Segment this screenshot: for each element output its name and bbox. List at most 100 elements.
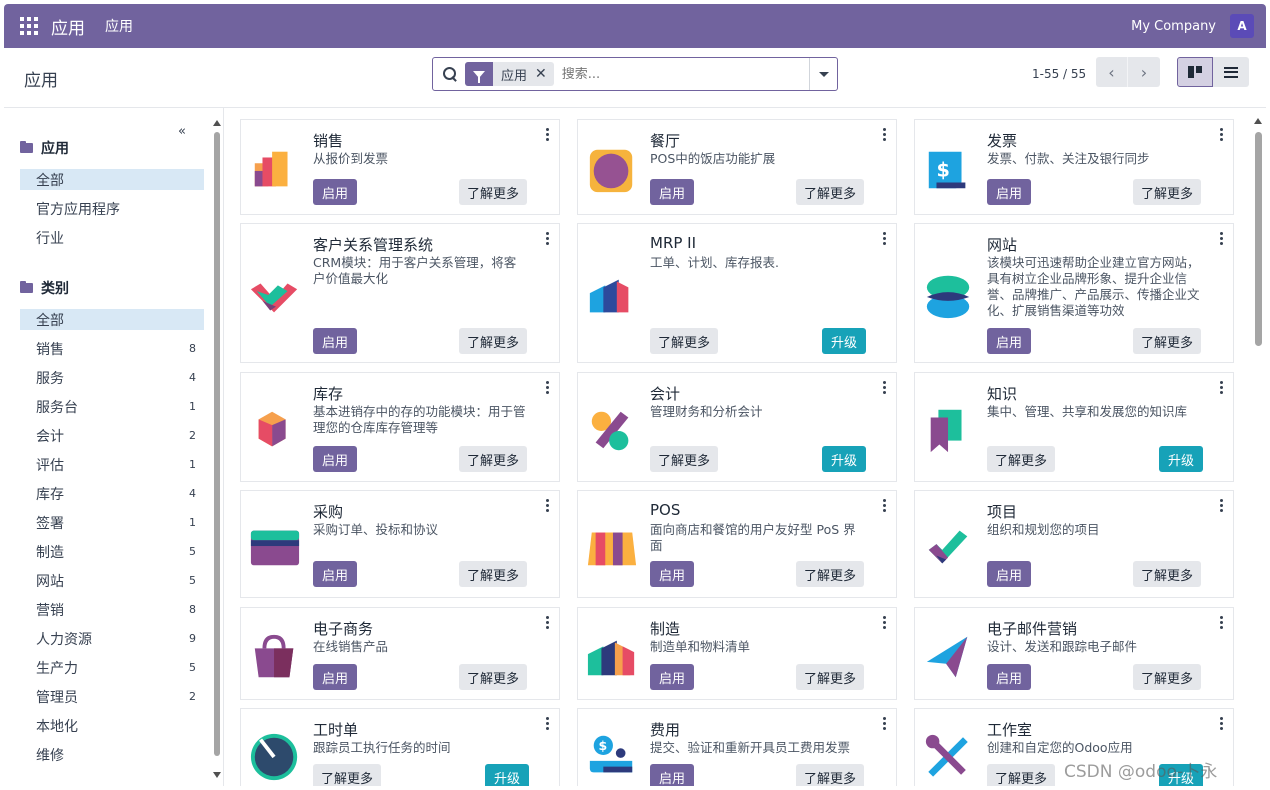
learn-more-button[interactable]: 了解更多	[987, 446, 1055, 472]
category-item[interactable]: 会计 2	[20, 425, 204, 446]
more-options-icon[interactable]	[883, 717, 886, 730]
scroll-thumb[interactable]	[214, 132, 220, 756]
upgrade-button[interactable]: 升级	[822, 446, 866, 472]
install-button[interactable]: 启用	[650, 179, 694, 205]
install-button[interactable]: 启用	[313, 328, 357, 354]
category-item[interactable]: 网站 5	[20, 570, 204, 591]
learn-more-button[interactable]: 了解更多	[313, 764, 381, 786]
more-options-icon[interactable]	[883, 499, 886, 512]
learn-more-button[interactable]: 了解更多	[459, 664, 527, 690]
project-icon	[928, 530, 968, 564]
install-button[interactable]: 启用	[987, 664, 1031, 690]
category-item[interactable]: 本地化	[20, 715, 204, 736]
scroll-up-icon[interactable]	[213, 120, 221, 126]
list-view-button[interactable]	[1213, 57, 1249, 87]
category-item[interactable]: 管理员 2	[20, 686, 204, 707]
learn-more-button[interactable]: 了解更多	[796, 664, 864, 690]
pager-next-button[interactable]: ›	[1128, 57, 1160, 87]
more-options-icon[interactable]	[883, 128, 886, 141]
category-item[interactable]: 营销 8	[20, 599, 204, 620]
apps-menu-icon[interactable]	[20, 17, 38, 35]
category-item[interactable]: 生产力 5	[20, 657, 204, 678]
learn-more-button[interactable]: 了解更多	[459, 328, 527, 354]
category-item[interactable]: 人力资源 9	[20, 628, 204, 649]
category-item[interactable]: 服务台 1	[20, 396, 204, 417]
more-options-icon[interactable]	[546, 499, 549, 512]
learn-more-button[interactable]: 了解更多	[459, 179, 527, 205]
more-options-icon[interactable]	[883, 381, 886, 394]
category-item[interactable]: 评估 1	[20, 454, 204, 475]
install-button[interactable]: 启用	[313, 561, 357, 587]
scroll-thumb[interactable]	[1255, 132, 1262, 346]
category-item[interactable]: 全部	[20, 309, 204, 330]
pager-value[interactable]: 1-55 / 55	[1032, 67, 1086, 81]
install-button[interactable]: 启用	[987, 561, 1031, 587]
more-options-icon[interactable]	[546, 232, 549, 245]
more-options-icon[interactable]	[546, 717, 549, 730]
search-icon[interactable]	[443, 67, 457, 81]
app-card: 电子邮件营销 设计、发送和跟踪电子邮件 启用 了解更多	[914, 607, 1234, 700]
learn-more-button[interactable]: 了解更多	[459, 446, 527, 472]
more-options-icon[interactable]	[546, 128, 549, 141]
install-button[interactable]: 启用	[313, 664, 357, 690]
learn-more-button[interactable]: 了解更多	[1133, 561, 1201, 587]
learn-more-button[interactable]: 了解更多	[1133, 179, 1201, 205]
more-options-icon[interactable]	[546, 616, 549, 629]
scroll-up-icon[interactable]	[1254, 118, 1262, 124]
upgrade-button[interactable]: 升级	[822, 328, 866, 354]
filter-item[interactable]: 全部	[20, 169, 204, 190]
more-options-icon[interactable]	[1220, 381, 1223, 394]
install-button[interactable]: 启用	[313, 446, 357, 472]
learn-more-button[interactable]: 了解更多	[796, 179, 864, 205]
more-options-icon[interactable]	[883, 232, 886, 245]
search-input[interactable]	[561, 66, 809, 82]
category-item[interactable]: 库存 4	[20, 483, 204, 504]
pager-previous-button[interactable]: ‹	[1096, 57, 1128, 87]
sidebar-scrollbar[interactable]	[212, 120, 222, 780]
more-options-icon[interactable]	[1220, 232, 1223, 245]
category-item[interactable]: 制造 5	[20, 541, 204, 562]
learn-more-button[interactable]: 了解更多	[1133, 328, 1201, 354]
app-name: 电子商务	[313, 620, 374, 638]
company-switcher[interactable]: My Company	[1131, 19, 1216, 34]
more-options-icon[interactable]	[1220, 616, 1223, 629]
learn-more-button[interactable]: 了解更多	[796, 764, 864, 786]
install-button[interactable]: 启用	[313, 179, 357, 205]
navbar-menu-apps[interactable]: 应用	[105, 16, 133, 36]
user-avatar[interactable]: A	[1230, 14, 1254, 38]
search-options-toggle[interactable]	[809, 58, 837, 90]
more-options-icon[interactable]	[883, 616, 886, 629]
more-options-icon[interactable]	[546, 381, 549, 394]
main-scrollbar[interactable]	[1252, 108, 1264, 786]
facet-remove-icon[interactable]: ✕	[535, 66, 554, 82]
category-item[interactable]: 服务 4	[20, 367, 204, 388]
install-button[interactable]: 启用	[650, 561, 694, 587]
install-button[interactable]: 启用	[987, 328, 1031, 354]
install-button[interactable]: 启用	[650, 664, 694, 690]
filter-item[interactable]: 行业	[20, 227, 204, 248]
upgrade-button[interactable]: 升级	[1159, 446, 1203, 472]
learn-more-button[interactable]: 了解更多	[459, 561, 527, 587]
scroll-down-icon[interactable]	[213, 772, 221, 778]
more-options-icon[interactable]	[1220, 128, 1223, 141]
learn-more-button[interactable]: 了解更多	[796, 561, 864, 587]
learn-more-button[interactable]: 了解更多	[650, 328, 718, 354]
learn-more-button[interactable]: 了解更多	[987, 764, 1055, 786]
category-item[interactable]: 签署 1	[20, 512, 204, 533]
category-item[interactable]: 维修	[20, 744, 204, 765]
control-panel: 应用 应用 ✕ 1-55 / 55 ‹ ›	[4, 48, 1266, 108]
more-options-icon[interactable]	[1220, 717, 1223, 730]
install-button[interactable]: 启用	[987, 179, 1031, 205]
collapse-panel-icon[interactable]: «	[178, 124, 186, 139]
navbar-brand[interactable]: 应用	[51, 14, 85, 39]
timesheet-icon	[250, 733, 298, 781]
category-item[interactable]: 销售 8	[20, 338, 204, 359]
more-options-icon[interactable]	[1220, 499, 1223, 512]
upgrade-button[interactable]: 升级	[485, 764, 529, 786]
kanban-view-button[interactable]	[1177, 57, 1213, 87]
app-card: 采购 采购订单、投标和协议 启用 了解更多	[240, 490, 560, 598]
filter-item[interactable]: 官方应用程序	[20, 198, 204, 219]
learn-more-button[interactable]: 了解更多	[1133, 664, 1201, 690]
learn-more-button[interactable]: 了解更多	[650, 446, 718, 472]
install-button[interactable]: 启用	[650, 764, 694, 786]
